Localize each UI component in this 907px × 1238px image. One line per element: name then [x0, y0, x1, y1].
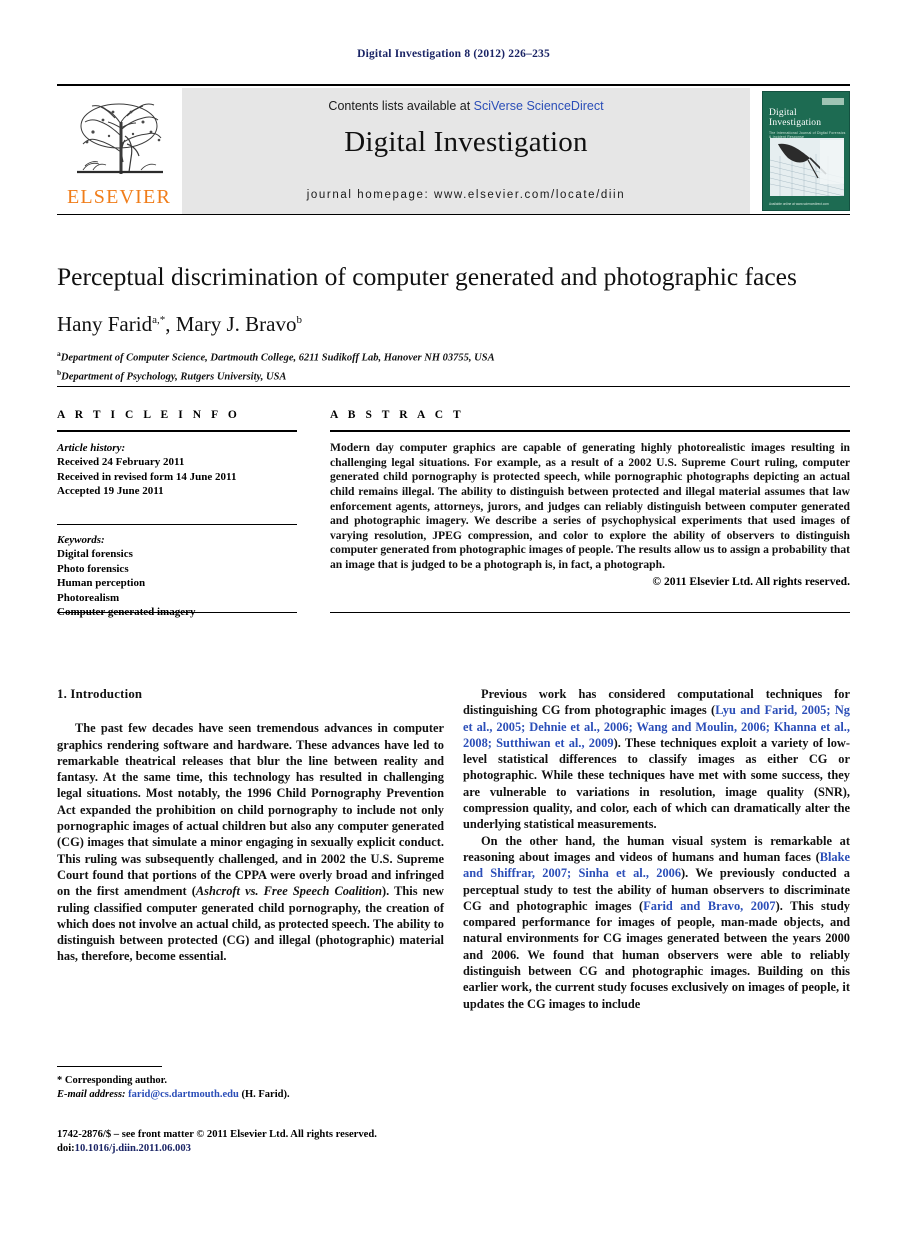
- paragraph-prev-work: Previous work has considered computation…: [463, 687, 850, 832]
- body-column-right: Previous work has considered computation…: [463, 686, 850, 1012]
- paper-page: Digital Investigation 8 (2012) 226–235 E…: [0, 0, 907, 1238]
- affiliation-b: bDepartment of Psychology, Rutgers Unive…: [57, 367, 287, 383]
- keywords-block: Keywords: Digital forensics Photo forens…: [57, 524, 297, 619]
- sciencedirect-link[interactable]: SciVerse ScienceDirect: [474, 99, 604, 113]
- abstract-copyright: © 2011 Elsevier Ltd. All rights reserved…: [652, 574, 850, 588]
- abstract-text: Modern day computer graphics are capable…: [330, 441, 850, 571]
- author-2-marks: b: [296, 314, 302, 326]
- journal-masthead: ELSEVIER Contents lists available at Sci…: [57, 84, 850, 215]
- page-title: Perceptual discrimination of computer ge…: [57, 262, 797, 291]
- abstract-column: A B S T R A C T Modern day computer grap…: [330, 409, 850, 588]
- paragraph-intro-1: The past few decades have seen tremendou…: [57, 721, 444, 964]
- journal-banner: Contents lists available at SciVerse Sci…: [182, 88, 750, 214]
- affiliation-a: aDepartment of Computer Science, Dartmou…: [57, 349, 495, 364]
- doi-value[interactable]: 10.1016/j.diin.2011.06.003: [75, 1143, 191, 1154]
- abstract-heading: A B S T R A C T: [330, 409, 465, 421]
- history-revised: Received in revised form 14 June 2011: [57, 470, 237, 483]
- email-owner: (H. Farid).: [241, 1088, 290, 1100]
- contents-available-line: Contents lists available at SciVerse Sci…: [182, 99, 750, 113]
- paragraph-human-vision: On the other hand, the human visual syst…: [463, 833, 850, 1011]
- cover-badge: [822, 98, 844, 105]
- article-history: Article history: Received 24 February 20…: [57, 441, 297, 498]
- email-note: E-mail address: farid@cs.dartmouth.edu (…: [57, 1088, 444, 1102]
- journal-title: Digital Investigation: [344, 126, 588, 158]
- article-info-column: A R T I C L E I N F O Article history: R…: [57, 409, 297, 619]
- affiliations: aDepartment of Computer Science, Dartmou…: [57, 347, 857, 384]
- citation-group[interactable]: Farid and Bravo, 2007: [643, 899, 775, 913]
- article-info-rule: [57, 430, 297, 433]
- contents-prefix: Contents lists available at: [328, 99, 471, 113]
- article-history-label: Article history:: [57, 442, 126, 455]
- keywords-label: Keywords:: [57, 534, 105, 546]
- author-1-marks: a,*: [152, 314, 166, 326]
- case-citation: Ashcroft vs. Free Speech Coalition: [195, 884, 382, 899]
- history-received: Received 24 February 2011: [57, 456, 185, 469]
- abstract-rule: [330, 430, 850, 433]
- issn-copyright-line: 1742-2876/$ – see front matter © 2011 El…: [57, 1129, 377, 1140]
- keyword-item: Photorealism: [57, 591, 120, 604]
- abstract-bottom-divider: [330, 612, 850, 613]
- divider-under-authors: [57, 386, 850, 387]
- keyword-item: Photo forensics: [57, 562, 129, 575]
- cover-artwork: [770, 138, 844, 196]
- journal-cover-thumbnail: Digital Investigation The International …: [750, 88, 850, 214]
- doi-line: doi:10.1016/j.diin.2011.06.003: [57, 1143, 191, 1154]
- author-list: Hany Farida,*, Mary J. Bravob: [57, 312, 857, 337]
- author-separator: , Mary J. Bravo: [165, 312, 297, 336]
- body-column-left: 1. Introduction The past few decades hav…: [57, 686, 444, 965]
- cover-title: Digital Investigation: [769, 108, 822, 128]
- elsevier-logo: ELSEVIER: [57, 88, 182, 214]
- elsevier-wordmark: ELSEVIER: [66, 186, 172, 208]
- keyword-item: Digital forensics: [57, 548, 133, 561]
- section-heading-introduction: 1. Introduction: [57, 687, 143, 701]
- keyword-item: Human perception: [57, 577, 146, 590]
- cover-footer: Available online at www.sciencedirect.co…: [769, 202, 829, 206]
- corresponding-author-note: * Corresponding author.: [57, 1075, 167, 1086]
- footnote-divider: [57, 1066, 162, 1067]
- author-1: Hany Farid: [57, 312, 153, 336]
- history-accepted: Accepted 19 June 2011: [57, 484, 164, 497]
- journal-homepage-line[interactable]: journal homepage: www.elsevier.com/locat…: [182, 189, 750, 201]
- info-bottom-divider: [57, 612, 297, 613]
- imprint-block: 1742-2876/$ – see front matter © 2011 El…: [57, 1128, 457, 1156]
- article-info-heading: A R T I C L E I N F O: [57, 409, 241, 421]
- elsevier-tree-icon: [63, 92, 175, 180]
- footnote-block: * Corresponding author. E-mail address: …: [57, 1066, 444, 1101]
- email-link[interactable]: farid@cs.dartmouth.edu: [128, 1089, 239, 1100]
- running-head: Digital Investigation 8 (2012) 226–235: [357, 48, 550, 60]
- email-label: E-mail address:: [57, 1088, 126, 1100]
